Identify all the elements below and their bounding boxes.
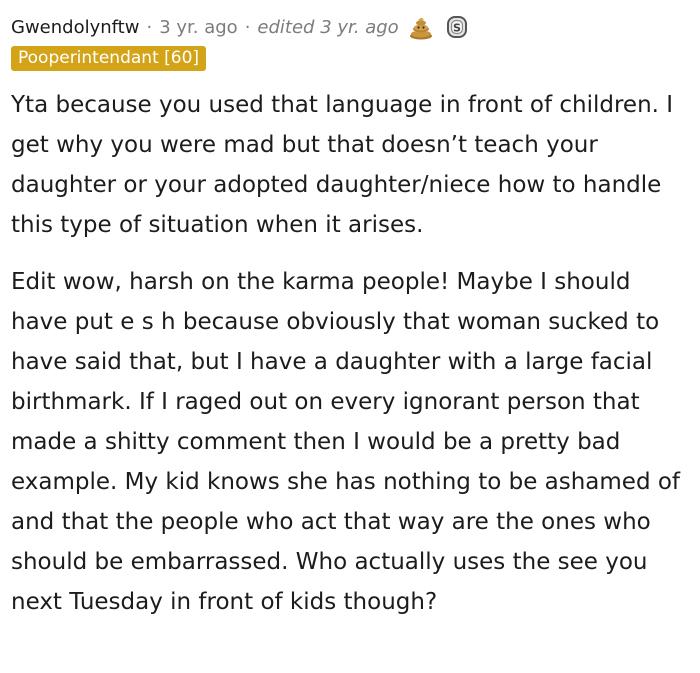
comment-author[interactable]: Gwendolynftw xyxy=(11,17,139,38)
poop-award-icon[interactable] xyxy=(407,12,435,42)
comment: Gwendolynftw · 3 yr. ago · edited 3 yr. … xyxy=(11,12,691,622)
user-flair: Pooperintendant [60] xyxy=(11,46,207,71)
comment-meta: Gwendolynftw · 3 yr. ago · edited 3 yr. … xyxy=(11,12,691,42)
edited-label: edited 3 yr. ago xyxy=(257,16,399,38)
comment-timestamp[interactable]: 3 yr. ago xyxy=(159,17,238,38)
comment-paragraph: Edit wow, harsh on the karma people! May… xyxy=(11,269,681,615)
silver-coin-award-icon[interactable]: S xyxy=(443,12,471,42)
svg-text:S: S xyxy=(453,22,461,35)
comment-body: Yta because you used that language in fr… xyxy=(11,85,691,622)
flair-row: Pooperintendant [60] xyxy=(11,46,691,74)
meta-separator: · xyxy=(146,16,153,38)
comment-paragraph: Yta because you used that language in fr… xyxy=(11,92,674,238)
meta-separator: · xyxy=(244,16,251,38)
